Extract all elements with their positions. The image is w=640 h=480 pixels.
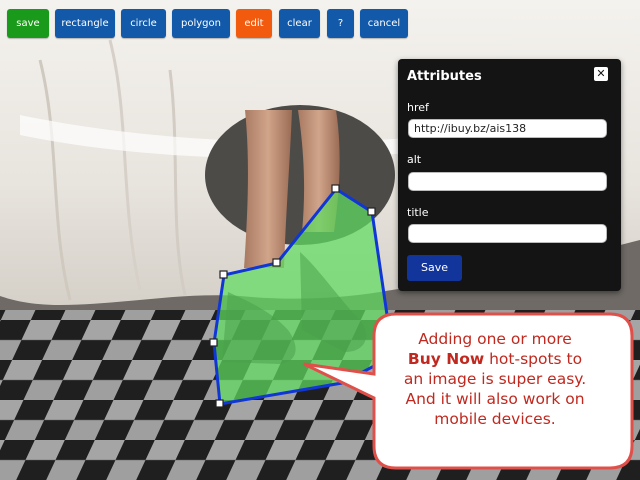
callout-line-rest: hot-spots to xyxy=(484,350,583,368)
panel-title: Attributes xyxy=(407,69,482,84)
rectangle-tool-button[interactable]: rectangle xyxy=(55,9,115,38)
edit-button[interactable]: edit xyxy=(236,9,272,38)
alt-label: alt xyxy=(407,153,422,166)
cancel-button[interactable]: cancel xyxy=(360,9,408,38)
href-label: href xyxy=(407,101,429,114)
callout-line: mobile devices. xyxy=(434,410,556,428)
help-button[interactable]: ? xyxy=(327,9,354,38)
polygon-tool-button[interactable]: polygon xyxy=(172,9,230,38)
title-input[interactable] xyxy=(408,224,607,243)
callout-line: And it will also work on xyxy=(405,390,585,408)
clear-button[interactable]: clear xyxy=(279,9,320,38)
save-button[interactable]: save xyxy=(7,9,49,38)
alt-input[interactable] xyxy=(408,172,607,191)
callout-highlight: Buy Now xyxy=(407,350,485,368)
close-icon[interactable]: ✕ xyxy=(594,67,608,81)
image-editor-canvas[interactable]: Adding one or more Buy Now hot-spots to … xyxy=(0,0,640,480)
attributes-save-button[interactable]: Save xyxy=(407,255,462,281)
callout-line: Adding one or more xyxy=(418,330,572,348)
callout-text: Adding one or more Buy Now hot-spots to … xyxy=(376,329,614,429)
href-input[interactable] xyxy=(408,119,607,138)
circle-tool-button[interactable]: circle xyxy=(121,9,166,38)
title-label: title xyxy=(407,206,429,219)
callout-line: Buy Now hot-spots to xyxy=(376,349,614,369)
attributes-panel: Attributes ✕ href alt title Save xyxy=(398,59,621,291)
callout-line: an image is super easy. xyxy=(403,370,587,388)
